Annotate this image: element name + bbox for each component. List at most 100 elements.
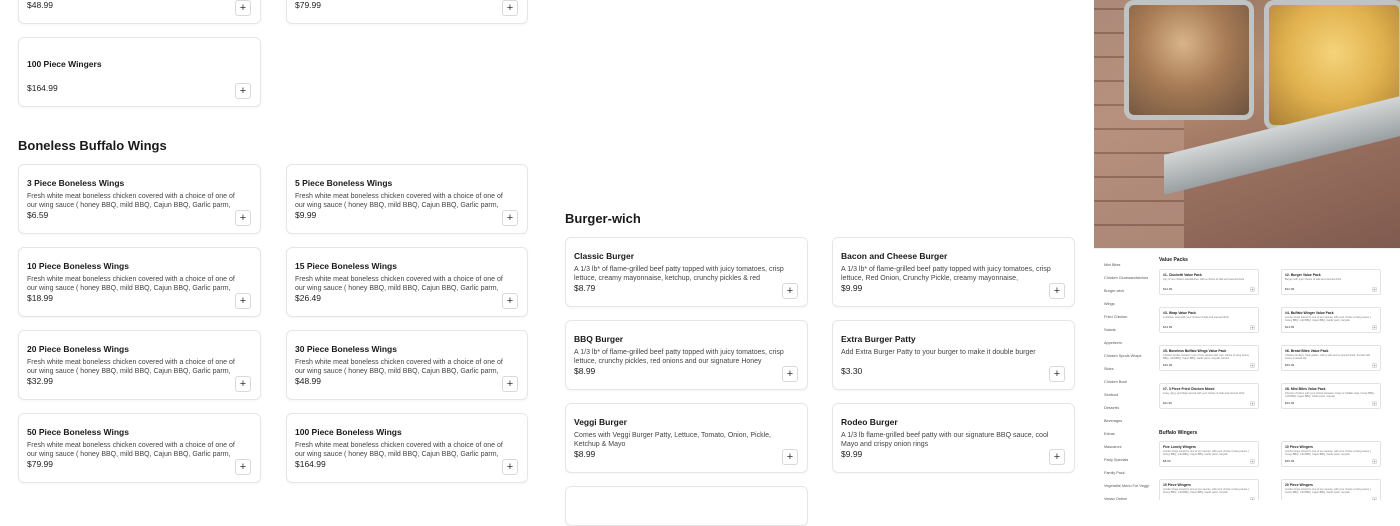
item-title: Veggi Burger [574,417,627,427]
preview-card: 20 Piece Wingers Jumbo wings tossed in on… [1281,479,1381,500]
item-price: $9.99 [841,283,863,293]
menu-item-card[interactable]: 30 Piece Boneless Wings Fresh white meat … [286,330,528,400]
add-item-button[interactable]: + [235,0,251,16]
add-item-button[interactable]: + [502,293,518,309]
preview-card-title: #3- Wrap Value Pack [1163,311,1196,315]
add-item-button[interactable]: + [1049,449,1065,465]
item-title: 20 Piece Boneless Wings [27,344,129,354]
preview-add-icon: + [1372,401,1377,406]
preview-card-desc: Chicken tenders, fried golden, with a si… [1285,354,1371,360]
add-item-button[interactable]: + [235,83,251,99]
item-title: 30 Piece Boneless Wings [295,344,397,354]
preview-nav-item: Chicken Bowl [1104,380,1128,384]
item-description: A 1/3 lb flame-grilled beef patty with o… [841,432,1049,448]
preview-card-desc: Popcorn chicken with your choice between… [1285,392,1375,398]
item-description: A 1/3 lb* of flame-grilled beef patty to… [574,349,784,365]
item-description: Add Extra Burger Patty to your burger to… [841,349,1036,356]
preview-card-title: #2- Burger Value Pack [1285,273,1321,277]
preview-add-icon: + [1250,287,1255,292]
preview-nav-item: Chicken Spuds Wrapz [1104,354,1142,358]
menu-item-card[interactable]: Extra Burger Patty Add Extra Burger Patty… [832,320,1075,390]
menu-item-card[interactable]: 100 Piece Boneless Wings Fresh white meat… [286,413,528,483]
menu-item-card[interactable]: 50 Piece Boneless Wings Fresh white meat … [18,413,261,483]
preview-nav-item: Chicken Clucksandwiches [1104,276,1149,280]
preview-add-icon: + [1372,459,1377,464]
preview-card-price: $12.99 [1285,287,1295,291]
menu-item-card[interactable]: $79.99 + [286,0,528,24]
menu-item-card[interactable]: $48.99 + [18,0,261,24]
preview-nav-item: Salads [1104,328,1116,332]
menu-item-card[interactable]: 15 Piece Boneless Wings Fresh white meat … [286,247,528,317]
menu-item-card[interactable]: 3 Piece Boneless Wings Fresh white meat b… [18,164,261,234]
preview-nav-item: Beverages [1104,419,1123,423]
menu-item-card[interactable] [565,486,808,526]
preview-add-icon: + [1372,325,1377,330]
item-title: 3 Piece Boneless Wings [27,178,125,188]
menu-item-card[interactable]: BBQ Burger A 1/3 lb* of flame-grilled bee… [565,320,808,390]
preview-card-desc: Jumbo wings tossed in one of our sauces,… [1163,488,1249,494]
add-item-button[interactable]: + [235,376,251,392]
add-item-button[interactable]: + [235,459,251,475]
preview-card-title: #6- Bread Bites Value Pack [1285,349,1329,353]
preview-card-title: #1- Clucketti Value Pack [1163,273,1202,277]
item-price: $9.99 [841,449,863,459]
item-description: Fresh white meat boneless chicken covere… [295,276,503,292]
add-item-button[interactable]: + [1049,283,1065,299]
preview-nav-item: Family Pack [1104,471,1125,475]
item-price: $48.99 [27,0,53,10]
preview-nav-item: Vegetable Menu For Veggi [1104,484,1149,488]
item-price: $26.49 [295,293,321,303]
preview-card-title: 20 Piece Wingers [1285,483,1313,487]
menu-item-card[interactable]: Classic Burger A 1/3 lb* of flame-grilled… [565,237,808,307]
preview-add-icon: + [1372,363,1377,368]
preview-add-icon: + [1250,325,1255,330]
add-item-button[interactable]: + [502,210,518,226]
add-item-button[interactable]: + [782,283,798,299]
menu-item-card[interactable]: 10 Piece Boneless Wings Fresh white meat … [18,247,261,317]
item-description: Fresh white meat boneless chicken covere… [27,193,235,209]
add-item-button[interactable]: + [502,376,518,392]
preview-card: Five Lonely Wingers Jumbo wings tossed in… [1159,441,1259,467]
menu-item-card[interactable]: Veggi Burger Comes with Veggi Burger Patt… [565,403,808,473]
preview-card-title: #5- Boneless Buffalo Wings Value Pack [1163,349,1227,353]
menu-item-card[interactable]: 100 Piece Wingers $164.99 + [18,37,261,107]
preview-card: #7- 3 Piece Fried Chicken Mixed A leg, wi… [1159,383,1259,409]
preview-card: #8- Mini Bites Value Pack Popcorn chicken… [1281,383,1381,409]
section-heading-burger: Burger-wich [565,211,641,226]
preview-card-title: Five Lonely Wingers [1163,445,1196,449]
menu-item-card[interactable]: 20 Piece Boneless Wings Fresh white meat … [18,330,261,400]
add-item-button[interactable]: + [502,459,518,475]
preview-card: #5- Boneless Buffalo Wings Value Pack Chi… [1159,345,1259,371]
preview-card-price: $13.99 [1285,325,1295,329]
preview-nav-item: Mascaroni [1104,445,1122,449]
add-item-button[interactable]: + [1049,366,1065,382]
item-description: A 1/3 lb* of flame-grilled beef patty to… [574,266,784,282]
add-item-button[interactable]: + [235,293,251,309]
preview-section-value-packs: Value Packs [1159,257,1188,263]
add-item-button[interactable]: + [502,0,518,16]
add-item-button[interactable]: + [782,366,798,382]
menu-item-card[interactable]: Rodeo Burger A 1/3 lb flame-grilled beef … [832,403,1075,473]
chicken-tray [1124,0,1254,120]
preview-card: 10 Piece Wingers Jumbo wings tossed in on… [1281,441,1381,467]
item-title: Classic Burger [574,251,634,261]
item-description: Fresh white meat boneless chicken covere… [295,193,503,209]
preview-card-price: $12.99 [1163,287,1173,291]
preview-nav-item: Fried Chicken [1104,315,1128,319]
item-price: $8.79 [574,283,596,293]
add-item-button[interactable]: + [235,210,251,226]
add-item-button[interactable]: + [782,449,798,465]
preview-nav-item: Seafood [1104,393,1119,397]
menu-item-card[interactable]: Bacon and Cheese Burger A 1/3 lb* of flam… [832,237,1075,307]
item-title: 10 Piece Boneless Wings [27,261,129,271]
preview-card-desc: Jumbo wings tossed in one of our sauces,… [1285,488,1371,494]
preview-card-price: $10.99 [1285,401,1295,405]
menu-item-card[interactable]: 5 Piece Boneless Wings Fresh white meat b… [286,164,528,234]
preview-card: #4- Buffalo Winger Value Pack Jumbo wings… [1281,307,1381,333]
preview-add-icon: + [1372,287,1377,292]
section-heading-boneless: Boneless Buffalo Wings [18,138,167,153]
item-description: Comes with Veggi Burger Patty, Lettuce, … [574,432,772,448]
item-title: 15 Piece Boneless Wings [295,261,397,271]
preview-card-price: $10.99 [1285,363,1295,367]
preview-card-title: 15 Piece Wingers [1163,483,1191,487]
